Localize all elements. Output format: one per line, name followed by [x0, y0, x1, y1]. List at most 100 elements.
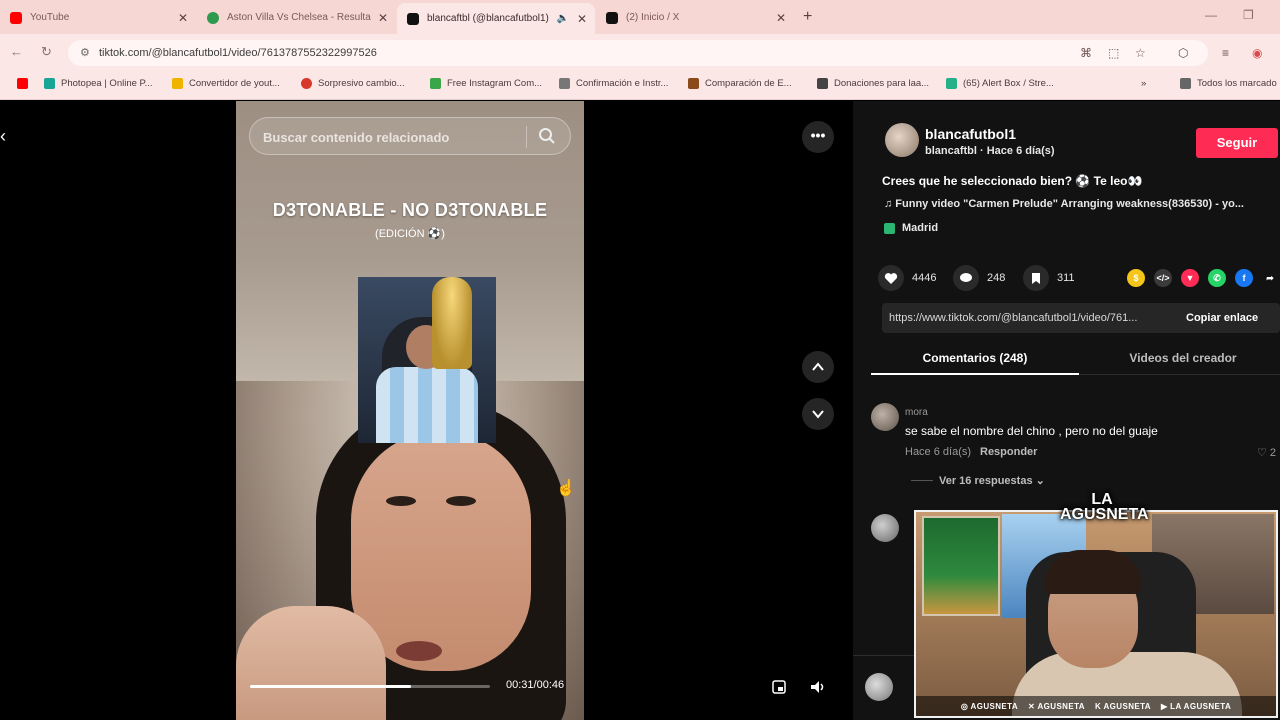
folder-icon	[172, 78, 183, 89]
bookmark-label: Donaciones para laa...	[834, 78, 930, 89]
bookmark-star-icon[interactable]: ☆	[1135, 46, 1146, 60]
bookmark-folder[interactable]: Todos los marcado	[1180, 78, 1277, 89]
bookmark-label: (65) Alert Box / Stre...	[963, 78, 1054, 89]
video-mouth	[396, 641, 442, 661]
streamer-hair	[1044, 550, 1142, 594]
x-handle: ✕ AGUSNETA	[1028, 701, 1085, 711]
avatar[interactable]	[865, 673, 893, 701]
bookmark-item[interactable]: Comparación de E...	[688, 78, 792, 89]
whatsapp-icon[interactable]: ✆	[1208, 269, 1226, 287]
bookmark-item[interactable]: (65) Alert Box / Stre...	[946, 78, 1054, 89]
video-player[interactable]: Buscar contenido relacionado D3TONABLE -…	[236, 101, 584, 720]
more-bookmarks-icon[interactable]: »	[1141, 78, 1146, 89]
profile-icon[interactable]: ◉	[1252, 46, 1262, 60]
tab-tiktok[interactable]: blancaftbl (@blancafutbol1) 🔈 ✕	[397, 3, 595, 34]
comment-count: 248	[987, 272, 1006, 284]
bookmark-label: Free Instagram Com...	[447, 78, 543, 89]
site-info-icon[interactable]: ⚙	[80, 46, 90, 59]
tab-title: YouTube	[30, 12, 70, 23]
video-eye	[386, 496, 416, 506]
coin-share-icon[interactable]: $	[1127, 269, 1145, 287]
comment-username[interactable]: mora	[905, 407, 928, 418]
facebook-icon[interactable]: f	[1235, 269, 1253, 287]
bookmark-item[interactable]: Free Instagram Com...	[430, 78, 542, 89]
view-replies-button[interactable]: Ver 16 respuestas ⌄	[911, 474, 1045, 487]
omnibox[interactable]: ⚙ tiktok.com/@blancafutbol1/video/761378…	[68, 40, 1208, 66]
next-video-button[interactable]	[802, 398, 834, 430]
bookmark-label: Convertidor de yout...	[189, 78, 280, 89]
tab-title: (2) Inicio / X	[626, 12, 680, 23]
comment-avatar[interactable]	[871, 403, 899, 431]
maximize-icon[interactable]: ❐	[1243, 8, 1254, 22]
send-icon[interactable]: ▼	[1181, 269, 1199, 287]
reload-icon[interactable]: ↻	[41, 44, 52, 60]
share-arrow-icon[interactable]: ➦	[1261, 269, 1279, 287]
kick-handle: K AGUSNETA	[1094, 701, 1151, 711]
handle-text: LA AGUSNETA	[1170, 701, 1232, 711]
translate-icon[interactable]: ⌘	[1080, 46, 1092, 60]
new-tab-icon[interactable]: +	[803, 8, 812, 26]
music-link[interactable]: ♫ Funny video "Carmen Prelude" Arranging…	[884, 198, 1244, 210]
bookmark-item[interactable]: Convertidor de yout...	[172, 78, 280, 89]
extensions-icon[interactable]: ⬡	[1178, 46, 1188, 60]
tab-x[interactable]: (2) Inicio / X ✕	[596, 5, 794, 30]
floating-player-button[interactable]	[764, 673, 794, 701]
close-tab-icon[interactable]: ✕	[776, 11, 786, 25]
back-icon[interactable]: ←	[10, 44, 23, 59]
speaker-icon[interactable]: 🔈	[557, 13, 569, 24]
like-button[interactable]: 4446	[878, 265, 936, 291]
pip-icon	[772, 680, 786, 694]
media-icon[interactable]: ≡	[1222, 46, 1229, 60]
video-overlay-title: D3TONABLE - NO D3TONABLE	[272, 200, 548, 220]
instagram-tool-icon	[430, 78, 441, 89]
chevron-down-icon: ⌄	[1035, 475, 1045, 487]
close-tab-icon[interactable]: ✕	[178, 11, 188, 25]
youtube-icon	[17, 78, 28, 89]
volume-button[interactable]	[803, 673, 833, 701]
video-progress-bar[interactable]	[250, 685, 490, 688]
embed-icon[interactable]: </>	[1154, 269, 1172, 287]
comment-button[interactable]: 248	[953, 265, 1005, 291]
reply-button[interactable]: Responder	[980, 446, 1037, 458]
close-tab-icon[interactable]: ✕	[378, 11, 388, 25]
comment-like-button[interactable]: ♡ 2	[1257, 446, 1276, 459]
tab-creator-videos[interactable]: Videos del creador	[1079, 341, 1280, 375]
tab-comments[interactable]: Comentarios (248)	[871, 341, 1079, 375]
heart-icon	[878, 265, 904, 291]
youtube-icon	[10, 11, 22, 24]
previous-video-button[interactable]	[802, 351, 834, 383]
bookmark-item[interactable]: Donaciones para laa...	[817, 78, 929, 89]
instagram-handle: ◎ AGUSNETA	[960, 701, 1019, 711]
stadium-poster	[922, 516, 1000, 616]
install-icon[interactable]: ⬚	[1108, 46, 1119, 60]
video-overlay-subtitle: (EDICIÓN ⚽)	[375, 228, 445, 240]
tab-youtube[interactable]: YouTube ✕	[0, 5, 196, 30]
close-tab-icon[interactable]: ✕	[577, 12, 587, 26]
search-icon[interactable]	[538, 127, 556, 145]
avatar[interactable]	[885, 123, 919, 157]
mouse-cursor-icon: ☝	[556, 480, 576, 497]
bookmark-item[interactable]: Photopea | Online P...	[44, 78, 153, 89]
streamer-logo: LA AGUSNETA	[1060, 491, 1149, 523]
comment-avatar[interactable]	[871, 514, 899, 542]
minimize-icon[interactable]: —	[1205, 8, 1217, 22]
bookmark-label: Photopea | Online P...	[61, 78, 153, 89]
copy-link-button[interactable]: Copiar enlace	[1186, 312, 1258, 324]
tab-aston-villa[interactable]: Aston Villa Vs Chelsea - Resulta ✕	[197, 5, 396, 30]
more-options-button[interactable]: •••	[802, 121, 834, 153]
post-link[interactable]: https://www.tiktok.com/@blancafutbol1/vi…	[889, 312, 1171, 324]
location-label: Madrid	[902, 222, 939, 234]
location-tag[interactable]: Madrid	[884, 222, 938, 234]
bookmarks-bar: Photopea | Online P... Convertidor de yo…	[0, 70, 1280, 100]
author-username[interactable]: blancafutbol1	[925, 126, 1016, 142]
like-count: 4446	[912, 272, 937, 284]
save-button[interactable]: 311	[1023, 265, 1075, 291]
divider	[853, 655, 915, 656]
bookmark-item[interactable]: Sorpresivo cambio...	[301, 78, 405, 89]
follow-button[interactable]: Seguir	[1196, 128, 1278, 158]
bookmark-youtube[interactable]	[17, 78, 34, 89]
bookmark-item[interactable]: Confirmación e Instr...	[559, 78, 668, 89]
close-icon[interactable]: ‹	[0, 126, 6, 147]
related-search-input[interactable]: Buscar contenido relacionado	[249, 117, 571, 155]
url-text: tiktok.com/@blancafutbol1/video/76137875…	[99, 47, 377, 59]
